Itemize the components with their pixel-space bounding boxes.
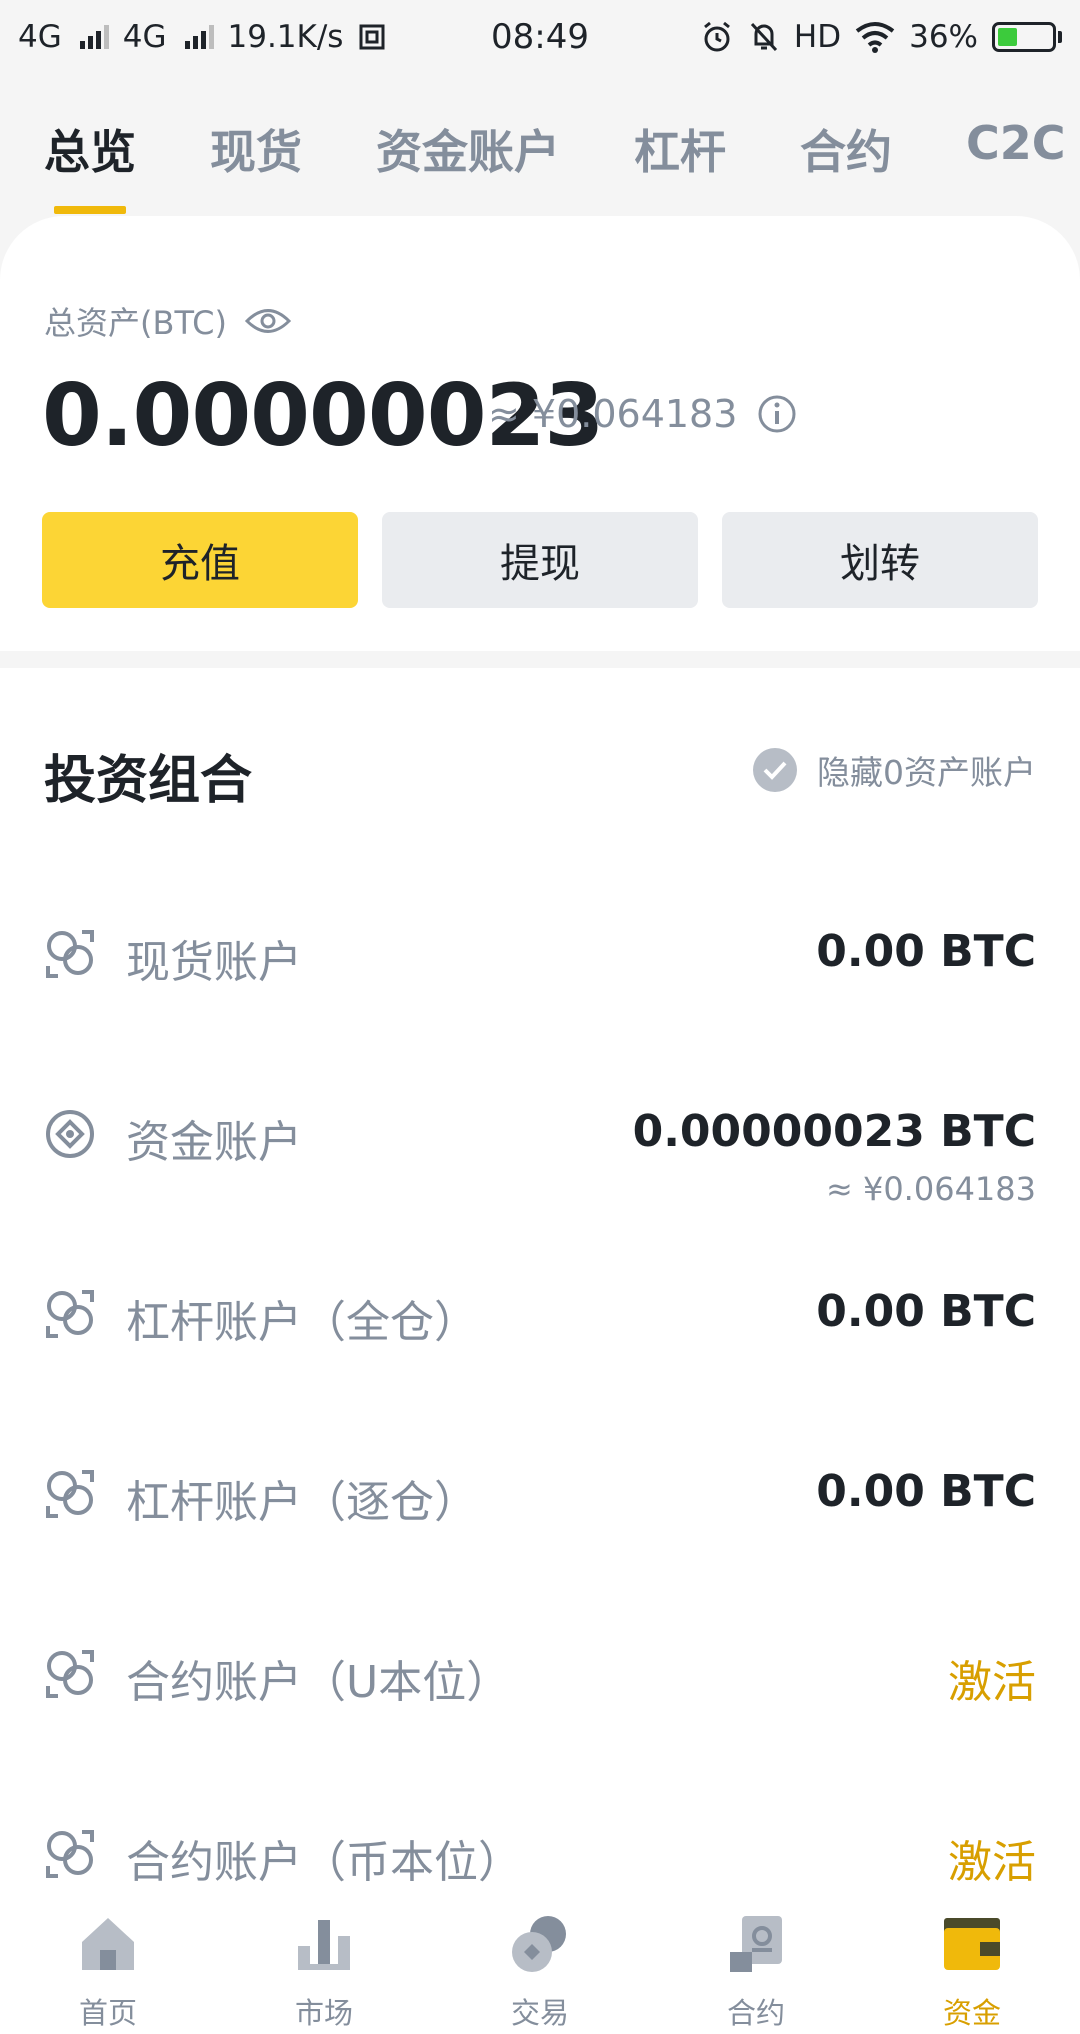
account-tabs: 总览 现货 资金账户 杠杆 合约 C2C bbox=[0, 100, 1080, 214]
account-row[interactable]: 资金账户 0.00000023 BTC ≈ ¥0.064183 bbox=[0, 1078, 1080, 1208]
mute-bell-icon bbox=[750, 22, 778, 52]
account-balance: 0.00000023 BTC bbox=[632, 1106, 1036, 1157]
total-assets-approx-row: ≈ ¥0.064183 bbox=[488, 392, 797, 436]
tab-label: 总览 bbox=[44, 125, 136, 179]
withdraw-button[interactable]: 提现 bbox=[382, 512, 698, 608]
tab-4[interactable]: 合约 bbox=[800, 100, 892, 182]
nav-label: 合约 bbox=[726, 1996, 785, 2030]
activate-link[interactable]: 激活 bbox=[948, 1646, 1036, 1710]
alarm-icon bbox=[703, 21, 730, 52]
tab-label: 资金账户 bbox=[376, 125, 560, 179]
account-name: 合约账户（币本位） bbox=[126, 1837, 522, 1888]
bottom-nav: 首页 市场 交易 合约 资金 bbox=[0, 1888, 1080, 2034]
status-left: 4G 4G 19.1K/s bbox=[18, 19, 387, 55]
signal-icon bbox=[184, 25, 214, 49]
account-name: 杠杆账户（全仓） bbox=[126, 1297, 478, 1348]
total-assets-label: 总资产(BTC) bbox=[44, 304, 227, 342]
nav-item-4[interactable]: 资金 bbox=[864, 1888, 1080, 2032]
trade-icon bbox=[508, 1912, 572, 1976]
nav-item-1[interactable]: 市场 bbox=[216, 1888, 432, 2032]
tab-label: 合约 bbox=[800, 125, 892, 179]
tab-label: C2C bbox=[966, 116, 1066, 170]
nav-label: 资金 bbox=[942, 1996, 1001, 2030]
tab-5[interactable]: C2C bbox=[966, 100, 1066, 170]
info-icon[interactable] bbox=[757, 394, 797, 434]
account-coins-icon bbox=[44, 1468, 96, 1520]
tab-1[interactable]: 现货 bbox=[210, 100, 302, 182]
nav-item-2[interactable]: 交易 bbox=[432, 1888, 648, 2032]
account-coins-icon bbox=[44, 1828, 96, 1880]
activate-link[interactable]: 激活 bbox=[948, 1826, 1036, 1890]
wallet-icon bbox=[940, 1912, 1004, 1976]
nav-item-3[interactable]: 合约 bbox=[648, 1888, 864, 2032]
home-icon bbox=[76, 1912, 140, 1976]
account-row[interactable]: 杠杆账户（全仓） 0.00 BTC bbox=[0, 1258, 1080, 1368]
hide-zero-toggle[interactable]: 隐藏0资产账户 bbox=[753, 746, 1036, 794]
check-icon bbox=[753, 748, 797, 792]
account-balance-approx: ≈ ¥0.064183 bbox=[825, 1170, 1036, 1208]
account-balance: 0.00 BTC bbox=[816, 1466, 1036, 1517]
portfolio-title: 投资组合 bbox=[44, 751, 253, 811]
total-assets-card: 总资产(BTC) 0.00000023 ≈ ¥0.064183 充值 提现 划转 bbox=[0, 216, 1080, 651]
deposit-button[interactable]: 充值 bbox=[42, 512, 358, 608]
account-name: 现货账户 bbox=[126, 937, 302, 988]
status-right: HD 36% bbox=[700, 19, 1062, 55]
wifi-icon bbox=[855, 22, 895, 53]
network-label-2: 4G bbox=[122, 19, 167, 55]
portfolio-section: 投资组合 隐藏0资产账户 现货账户 0.00 BTC 资金账户 0.00000023 … bbox=[0, 668, 1080, 1888]
account-name: 杠杆账户（逐仓） bbox=[126, 1477, 478, 1528]
account-row[interactable]: 杠杆账户（逐仓） 0.00 BTC bbox=[0, 1438, 1080, 1548]
account-row[interactable]: 现货账户 0.00 BTC bbox=[0, 898, 1080, 1008]
account-coins-icon bbox=[44, 928, 96, 980]
nav-label: 市场 bbox=[294, 1996, 353, 2030]
nav-label: 首页 bbox=[78, 1996, 137, 2030]
signal-icon bbox=[79, 25, 109, 49]
tab-2[interactable]: 资金账户 bbox=[376, 100, 560, 182]
total-assets-label-row: 总资产(BTC) bbox=[44, 298, 291, 344]
funding-account-icon bbox=[44, 1108, 96, 1160]
account-coins-icon bbox=[44, 1648, 96, 1700]
total-assets-approx: ≈ ¥0.064183 bbox=[488, 392, 738, 436]
tab-3[interactable]: 杠杆 bbox=[634, 100, 726, 182]
nav-item-0[interactable]: 首页 bbox=[0, 1888, 216, 2032]
hide-zero-label: 隐藏0资产账户 bbox=[817, 753, 1036, 792]
account-name: 资金账户 bbox=[126, 1117, 302, 1168]
account-balance: 0.00 BTC bbox=[816, 1286, 1036, 1337]
account-row[interactable]: 合约账户（U本位） 激活 bbox=[0, 1618, 1080, 1728]
eye-icon[interactable] bbox=[244, 306, 291, 336]
market-icon bbox=[292, 1912, 356, 1976]
account-coins-icon bbox=[44, 1288, 96, 1340]
tab-active-indicator bbox=[54, 206, 126, 214]
tab-label: 现货 bbox=[210, 125, 302, 179]
transfer-button[interactable]: 划转 bbox=[722, 512, 1038, 608]
network-speed: 19.1K/s bbox=[227, 19, 344, 55]
battery-percent: 36% bbox=[909, 19, 978, 55]
network-label-1: 4G bbox=[18, 19, 62, 55]
tab-0[interactable]: 总览 bbox=[44, 100, 136, 214]
hd-label: HD bbox=[793, 19, 842, 55]
tab-label: 杠杆 bbox=[634, 125, 726, 179]
status-bar: 4G 4G 19.1K/s 08:49 HD 36% bbox=[0, 0, 1080, 74]
battery-icon bbox=[992, 22, 1062, 52]
account-balance: 0.00 BTC bbox=[816, 926, 1036, 977]
futures-icon bbox=[724, 1912, 788, 1976]
screenshot-icon bbox=[359, 24, 385, 50]
account-name: 合约账户（U本位） bbox=[126, 1657, 511, 1708]
nav-label: 交易 bbox=[510, 1996, 569, 2030]
